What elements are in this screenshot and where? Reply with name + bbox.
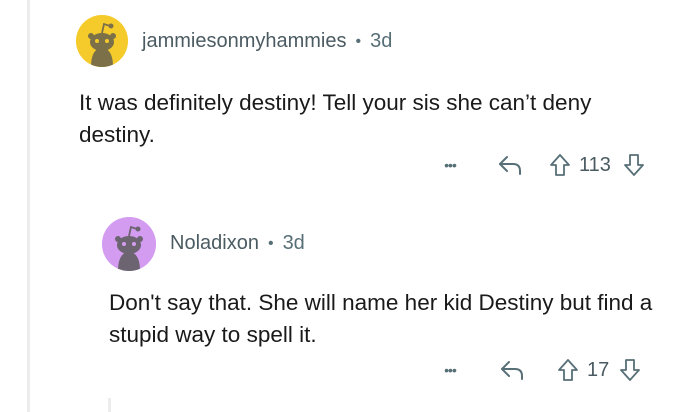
vote-count: 17 (587, 358, 610, 381)
comment-age[interactable]: 3d (370, 30, 392, 53)
downvote-button[interactable] (619, 153, 649, 177)
downvote-arrow-icon (623, 154, 644, 176)
more-options-label: ••• (444, 157, 457, 173)
comment-actions: ••• 113 (430, 150, 649, 180)
upvote-arrow-icon (550, 154, 570, 176)
reply-button[interactable] (484, 359, 539, 381)
more-options-button[interactable]: ••• (430, 157, 470, 173)
upvote-arrow-icon (558, 359, 578, 381)
upvote-button[interactable] (553, 358, 583, 382)
thread-line-inner[interactable] (108, 398, 111, 412)
avatar[interactable] (76, 15, 128, 67)
meta-separator: • (267, 234, 274, 252)
reply-arrow-icon (500, 361, 523, 380)
snoo-avatar-icon (102, 217, 156, 271)
snoo-avatar-icon (76, 15, 128, 67)
comment-meta: Noladixon • 3d (170, 232, 305, 255)
meta-separator: • (355, 32, 362, 50)
upvote-button[interactable] (545, 153, 575, 177)
avatar[interactable] (102, 217, 156, 271)
username[interactable]: Noladixon (170, 232, 259, 255)
more-options-button[interactable]: ••• (430, 362, 470, 378)
reply-button[interactable] (482, 154, 537, 176)
vote-count: 113 (579, 153, 611, 176)
comment-meta: jammiesonmyhammies • 3d (142, 30, 392, 53)
comment-body: Don't say that. She will name her kid De… (109, 290, 653, 347)
thread-line-outer[interactable] (27, 0, 30, 412)
downvote-arrow-icon (620, 359, 641, 381)
comment-body: It was definitely destiny! Tell your sis… (79, 90, 592, 147)
username[interactable]: jammiesonmyhammies (142, 30, 347, 53)
comment-age[interactable]: 3d (283, 232, 305, 255)
comment-actions: ••• 17 (430, 355, 645, 385)
reply-arrow-icon (498, 156, 521, 175)
downvote-button[interactable] (615, 358, 645, 382)
more-options-label: ••• (444, 362, 457, 378)
